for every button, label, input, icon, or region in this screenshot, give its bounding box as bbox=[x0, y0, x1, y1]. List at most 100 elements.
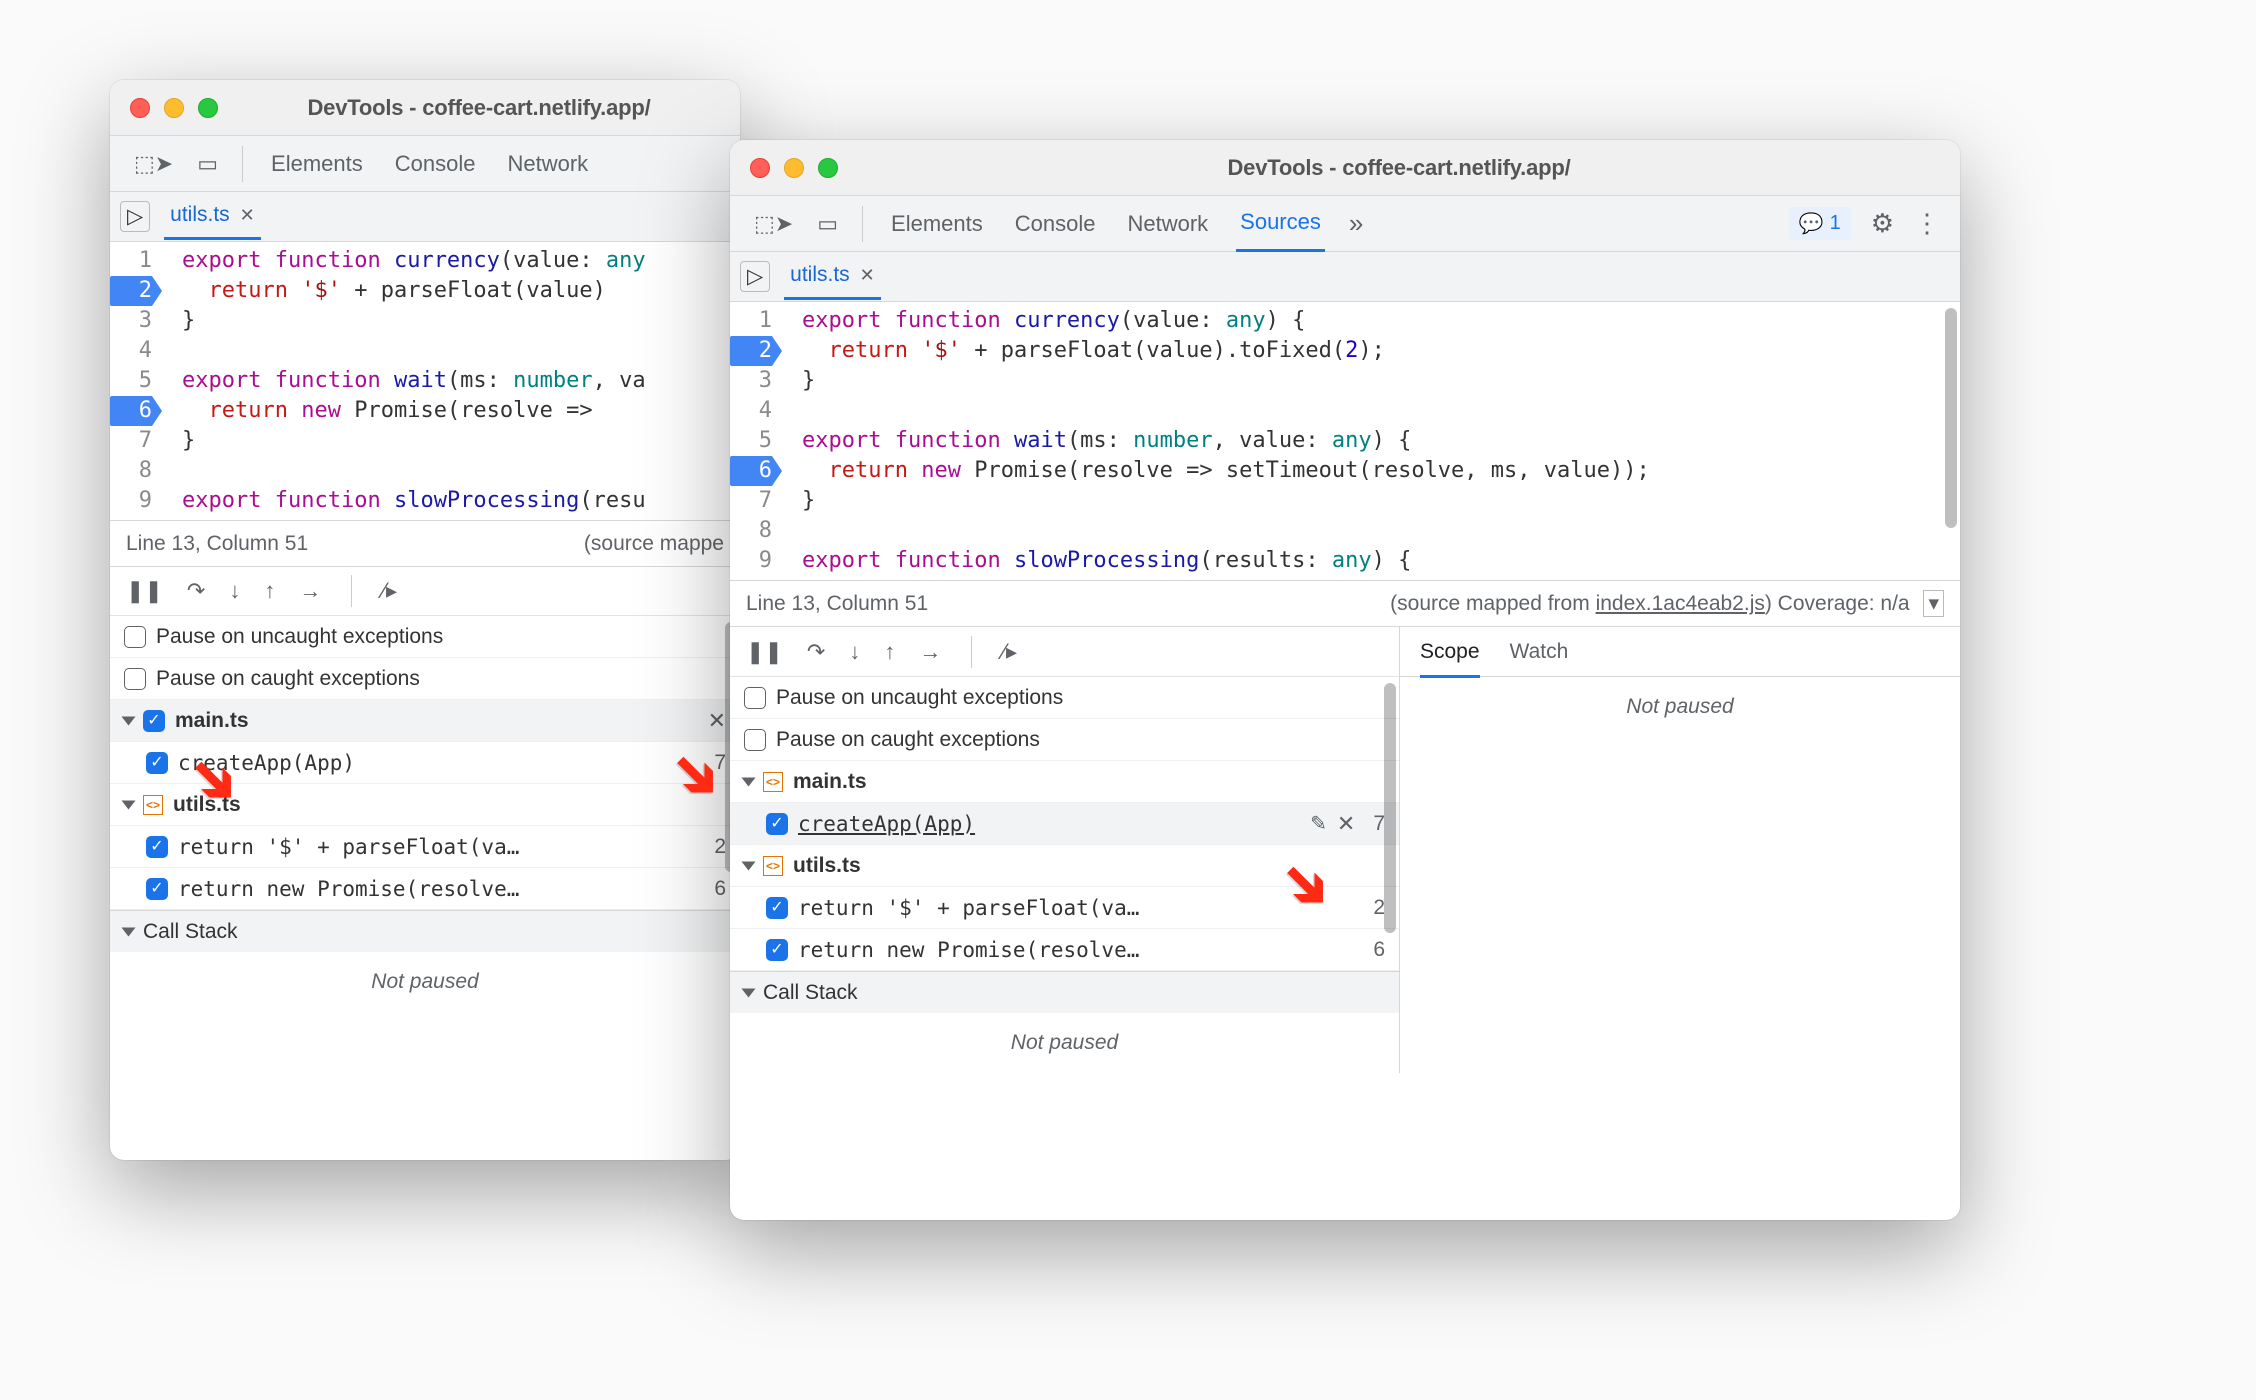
code-line[interactable]: return new Promise(resolve => setTimeout… bbox=[802, 456, 1650, 486]
source-map-link[interactable]: index.1ac4eab2.js bbox=[1596, 592, 1765, 615]
breakpoint-file-group[interactable]: main.ts✕ bbox=[110, 700, 740, 742]
step-out-icon[interactable]: ↑ bbox=[884, 639, 895, 665]
zoom-window-icon[interactable] bbox=[818, 158, 838, 178]
pause-caught-row[interactable]: Pause on caught exceptions bbox=[730, 719, 1399, 761]
code-line[interactable]: return '$' + parseFloat(value).toFixed(2… bbox=[802, 336, 1650, 366]
checkbox[interactable] bbox=[143, 710, 165, 732]
issues-button[interactable]: 💬 1 bbox=[1789, 207, 1851, 240]
code-line[interactable] bbox=[182, 456, 646, 486]
code-line[interactable]: } bbox=[802, 366, 1650, 396]
checkbox[interactable] bbox=[744, 729, 766, 751]
disclosure-triangle-icon[interactable] bbox=[742, 861, 756, 870]
line-number[interactable]: 5 bbox=[730, 426, 772, 456]
disclosure-triangle-icon[interactable] bbox=[742, 988, 756, 997]
remove-icon[interactable]: ✕ bbox=[708, 708, 726, 734]
close-window-icon[interactable] bbox=[130, 98, 150, 118]
resume-button-icon[interactable]: ▷ bbox=[740, 261, 770, 292]
deactivate-breakpoints-icon[interactable]: ⁄▸ bbox=[382, 578, 397, 604]
checkbox[interactable] bbox=[146, 752, 168, 774]
line-number[interactable]: 4 bbox=[110, 336, 152, 366]
checkbox[interactable] bbox=[146, 878, 168, 900]
device-toggle-icon[interactable]: ▭ bbox=[197, 151, 218, 177]
line-number[interactable]: 2 bbox=[730, 336, 772, 366]
code-line[interactable]: } bbox=[182, 306, 646, 336]
step-out-icon[interactable]: ↑ bbox=[264, 578, 275, 604]
close-icon[interactable]: ✕ bbox=[860, 265, 875, 286]
checkbox[interactable] bbox=[766, 813, 788, 835]
inspect-icon[interactable]: ⬚➤ bbox=[134, 151, 173, 177]
disclosure-triangle-icon[interactable] bbox=[122, 800, 136, 809]
code-line[interactable]: return new Promise(resolve => bbox=[182, 396, 646, 426]
line-number[interactable]: 9 bbox=[110, 486, 152, 516]
dropdown-icon[interactable]: ▾ bbox=[1923, 590, 1944, 617]
checkbox[interactable] bbox=[766, 939, 788, 961]
checkbox[interactable] bbox=[124, 668, 146, 690]
step-icon[interactable]: → bbox=[919, 639, 941, 665]
tab-console[interactable]: Console bbox=[1011, 197, 1100, 251]
code-line[interactable]: } bbox=[802, 486, 1650, 516]
tab-network[interactable]: Network bbox=[1123, 197, 1212, 251]
code-line[interactable]: export function slowProcessing(results: … bbox=[802, 546, 1650, 576]
checkbox[interactable] bbox=[766, 897, 788, 919]
line-number[interactable]: 1 bbox=[730, 306, 772, 336]
step-into-icon[interactable]: ↓ bbox=[849, 639, 860, 665]
call-stack-header[interactable]: Call Stack bbox=[730, 971, 1399, 1013]
checkbox[interactable] bbox=[124, 626, 146, 648]
breakpoint-file-group[interactable]: <>main.ts bbox=[730, 761, 1399, 803]
minimize-window-icon[interactable] bbox=[784, 158, 804, 178]
pause-uncaught-row[interactable]: Pause on uncaught exceptions bbox=[730, 677, 1399, 719]
code-line[interactable]: export function wait(ms: number, value: … bbox=[802, 426, 1650, 456]
code-editor[interactable]: 123456789export function currency(value:… bbox=[730, 302, 1960, 580]
code-line[interactable]: export function wait(ms: number, va bbox=[182, 366, 646, 396]
tab-console[interactable]: Console bbox=[391, 137, 480, 191]
code-editor[interactable]: 123456789export function currency(value:… bbox=[110, 242, 740, 520]
checkbox[interactable] bbox=[146, 836, 168, 858]
line-number[interactable]: 3 bbox=[730, 366, 772, 396]
line-number[interactable]: 2 bbox=[110, 276, 152, 306]
breakpoint-item[interactable]: return new Promise(resolve…6 bbox=[730, 929, 1399, 971]
file-tab-utils[interactable]: utils.ts ✕ bbox=[164, 193, 261, 240]
more-tabs-icon[interactable]: » bbox=[1349, 208, 1363, 239]
line-number[interactable]: 3 bbox=[110, 306, 152, 336]
breakpoint-item[interactable]: return new Promise(resolve…6 bbox=[110, 868, 740, 910]
step-over-icon[interactable]: ↷ bbox=[807, 639, 825, 665]
scrollbar[interactable] bbox=[1384, 683, 1396, 933]
remove-icon[interactable]: ✕ bbox=[1337, 811, 1355, 837]
deactivate-breakpoints-icon[interactable]: ⁄▸ bbox=[1002, 639, 1017, 665]
line-number[interactable]: 6 bbox=[110, 396, 152, 426]
line-number[interactable]: 9 bbox=[730, 546, 772, 576]
checkbox[interactable] bbox=[744, 687, 766, 709]
file-tab-utils[interactable]: utils.ts ✕ bbox=[784, 253, 881, 300]
disclosure-triangle-icon[interactable] bbox=[122, 716, 136, 725]
code-line[interactable] bbox=[802, 396, 1650, 426]
disclosure-triangle-icon[interactable] bbox=[742, 777, 756, 786]
pause-uncaught-row[interactable]: Pause on uncaught exceptions bbox=[110, 616, 740, 658]
tab-elements[interactable]: Elements bbox=[887, 197, 987, 251]
pause-icon[interactable]: ❚❚ bbox=[746, 639, 783, 665]
tab-sources[interactable]: Sources bbox=[1236, 195, 1325, 252]
line-number[interactable]: 7 bbox=[730, 486, 772, 516]
close-window-icon[interactable] bbox=[750, 158, 770, 178]
disclosure-triangle-icon[interactable] bbox=[122, 927, 136, 936]
code-line[interactable] bbox=[802, 516, 1650, 546]
line-number[interactable]: 7 bbox=[110, 426, 152, 456]
line-number[interactable]: 4 bbox=[730, 396, 772, 426]
line-number[interactable]: 1 bbox=[110, 246, 152, 276]
tab-scope[interactable]: Scope bbox=[1420, 640, 1480, 678]
zoom-window-icon[interactable] bbox=[198, 98, 218, 118]
code-line[interactable] bbox=[182, 336, 646, 366]
code-line[interactable]: export function slowProcessing(resu bbox=[182, 486, 646, 516]
pause-icon[interactable]: ❚❚ bbox=[126, 578, 163, 604]
edit-icon[interactable]: ✎ bbox=[1310, 811, 1327, 836]
line-number[interactable]: 5 bbox=[110, 366, 152, 396]
breakpoint-item[interactable]: return '$' + parseFloat(va…2 bbox=[110, 826, 740, 868]
tab-watch[interactable]: Watch bbox=[1510, 640, 1569, 664]
line-number[interactable]: 8 bbox=[110, 456, 152, 486]
line-number[interactable]: 8 bbox=[730, 516, 772, 546]
device-toggle-icon[interactable]: ▭ bbox=[817, 211, 838, 237]
breakpoint-item[interactable]: createApp(App)✎✕7 bbox=[730, 803, 1399, 845]
code-line[interactable]: } bbox=[182, 426, 646, 456]
close-icon[interactable]: ✕ bbox=[240, 205, 255, 226]
resume-button-icon[interactable]: ▷ bbox=[120, 201, 150, 232]
inspect-icon[interactable]: ⬚➤ bbox=[754, 211, 793, 237]
